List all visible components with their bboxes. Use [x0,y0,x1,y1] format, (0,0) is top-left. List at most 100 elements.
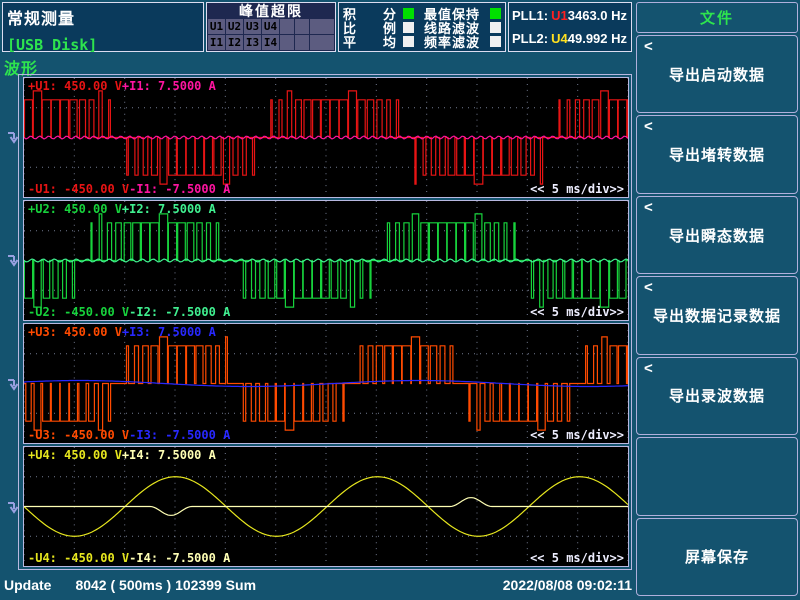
channel-bottom-label: -U3: -450.00 V-I3: -7.5000 A [28,428,230,442]
mode-title: 常规测量 [7,5,199,29]
peak-over-limit-box: 峰值超限 U1U2U3U4 I1I2I3I4 [206,2,336,52]
pll-name: PLL1: [512,8,548,23]
peak-cell-i1: I1 [208,35,225,50]
sidebar-menu: 文件 < 导出启动数据 < 导出堵转数据 < 导出瞬态数据 < 导出数据记录数据 < 导出录波数据… [636,2,798,596]
pll-value: 3463.0 Hz [568,8,627,23]
update-label: Update [4,577,51,593]
peak-cell-empty [295,19,309,34]
i-plus-label: +I3: 7.5000 A [122,325,216,339]
u-minus-label: -U2: -450.00 V [28,305,129,319]
channel-position-marker-icon[interactable] [6,130,19,149]
back-chevron-icon: < [644,118,654,135]
u-plus-label: +U2: 450.00 V [28,202,122,216]
peak-cell-u3: U3 [244,19,261,34]
checkbox-filter[interactable] [490,36,501,47]
i-plus-label: +I4: 7.5000 A [122,448,216,462]
checkbox-比例[interactable] [403,22,414,33]
i-plus-label: +I2: 7.5000 A [122,202,216,216]
peak-cell-u4: U4 [262,19,279,34]
channel-position-marker-icon[interactable] [6,500,19,519]
back-chevron-icon: < [644,360,654,377]
u-minus-label: -U4: -450.00 V [28,551,129,565]
sidebar-button-label: 导出启动数据 [669,64,765,85]
channel-position-marker-icon[interactable] [6,377,19,396]
i-plus-label: +I1: 7.5000 A [122,79,216,93]
peak-cell-empty [310,35,334,50]
toggle-label: 平 [343,32,357,51]
u-plus-label: +U4: 450.00 V [28,448,122,462]
sidebar-button-1[interactable]: < 导出启动数据 [636,35,798,113]
channel-top-label: +U4: 450.00 V+I4: 7.5000 A [28,448,216,462]
peak-cell-i3: I3 [244,35,261,50]
channel-bottom-label: -U1: -450.00 V-I1: -7.5000 A [28,182,230,196]
sidebar-button-empty[interactable] [636,437,798,515]
sidebar-button-label: 导出数据记录数据 [653,305,781,326]
waveform-panel-ch1: +U1: 450.00 V+I1: 7.5000 A -U1: -450.00 V… [23,77,629,198]
peak-over-limit-title: 峰值超限 [207,3,335,19]
u-plus-label: +U1: 450.00 V [28,79,122,93]
waveform-panel-ch3: +U3: 450.00 V+I3: 7.5000 A -U3: -450.00 V… [23,323,629,444]
peak-cell-u1: U1 [208,19,225,34]
i-minus-label: -I1: -7.5000 A [129,182,230,196]
time-per-div-label: << 5 ms/div>> [530,428,624,442]
toggle-row: 平 均 频率滤波 [341,34,501,48]
pll-row: PLL1:U13463.0 Hz [512,8,628,23]
measure-toggles-box: 积分最值保持比例线路滤波平均频率滤波 [338,2,506,52]
waveform-plot-ch4 [24,447,628,566]
waveform-plot-ch3 [24,324,628,443]
channel-position-marker-icon[interactable] [6,253,19,272]
peak-cell-empty [280,19,294,34]
pll-value: 49.992 Hz [568,31,627,46]
pll-source: U4 [551,31,568,46]
waveform-plot-ch1 [24,78,628,197]
peak-cell-empty [280,35,294,50]
back-chevron-icon: < [644,279,654,296]
filter-label: 频率滤波 [424,32,480,51]
checkbox-filter[interactable] [490,22,501,33]
channel-top-label: +U1: 450.00 V+I1: 7.5000 A [28,79,216,93]
sidebar-button-label: 屏幕保存 [685,546,749,567]
sidebar-button-label: 导出录波数据 [669,385,765,406]
pll-name: PLL2: [512,31,548,46]
sidebar-button-4[interactable]: < 导出数据记录数据 [636,276,798,354]
channel-top-label: +U3: 450.00 V+I3: 7.5000 A [28,325,216,339]
sidebar-button-5[interactable]: < 导出录波数据 [636,357,798,435]
time-per-div-label: << 5 ms/div>> [530,551,624,565]
u-plus-label: +U3: 450.00 V [28,325,122,339]
sidebar-button-label: 导出瞬态数据 [669,225,765,246]
time-per-div-label: << 5 ms/div>> [530,305,624,319]
status-bar: Update 8042 ( 500ms ) 102399 Sum 2022/08… [0,572,634,598]
peak-cell-i4: I4 [262,35,279,50]
peak-cell-i2: I2 [226,35,243,50]
i-minus-label: -I4: -7.5000 A [129,551,230,565]
back-chevron-icon: < [644,38,654,55]
sidebar-button-3[interactable]: < 导出瞬态数据 [636,196,798,274]
pll-row: PLL2:U449.992 Hz [512,31,628,46]
waveform-panel-ch4: +U4: 450.00 V+I4: 7.5000 A -U4: -450.00 V… [23,446,629,567]
i-minus-label: -I3: -7.5000 A [129,428,230,442]
update-info: 8042 ( 500ms ) 102399 Sum [75,577,256,593]
waveform-plot-ch2 [24,201,628,320]
pll-status-box: PLL1:U13463.0 Hz PLL2:U449.992 Hz [508,2,632,52]
checkbox-积分[interactable] [403,8,414,19]
time-per-div-label: << 5 ms/div>> [530,182,624,196]
i-minus-label: -I2: -7.5000 A [129,305,230,319]
sidebar-title-file: 文件 [636,2,798,33]
channel-bottom-label: -U2: -450.00 V-I2: -7.5000 A [28,305,230,319]
datetime: 2022/08/08 09:02:11 [503,577,632,593]
checkbox-filter[interactable] [490,8,501,19]
measurement-mode-box: 常规测量 [USB Disk] [2,2,204,52]
toggle-label: 均 [383,32,397,51]
sidebar-button-2[interactable]: < 导出堵转数据 [636,115,798,193]
waveform-container: +U1: 450.00 V+I1: 7.5000 A -U1: -450.00 V… [18,74,632,570]
sidebar-button-7[interactable]: 屏幕保存 [636,518,798,596]
peak-cell-u2: U2 [226,19,243,34]
channel-top-label: +U2: 450.00 V+I2: 7.5000 A [28,202,216,216]
peak-cell-empty [310,19,334,34]
checkbox-平均[interactable] [403,36,414,47]
sidebar-button-label: 导出堵转数据 [669,144,765,165]
usb-disk-status: [USB Disk] [7,36,199,54]
peak-over-limit-grid: U1U2U3U4 I1I2I3I4 [207,19,335,50]
waveform-panel-ch2: +U2: 450.00 V+I2: 7.5000 A -U2: -450.00 V… [23,200,629,321]
back-chevron-icon: < [644,199,654,216]
